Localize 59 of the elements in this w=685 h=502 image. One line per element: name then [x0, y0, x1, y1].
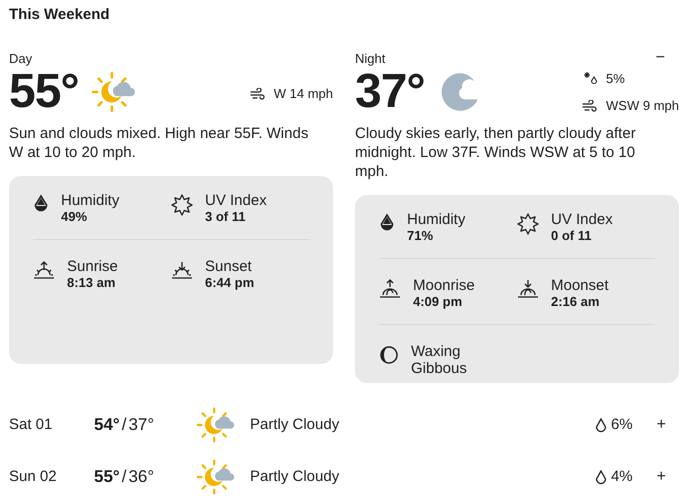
precip-chance: 6%: [610, 414, 633, 435]
droplet-icon: [594, 470, 607, 484]
snow-rain-icon: [582, 71, 598, 86]
condition-text: Partly Cloudy: [250, 466, 340, 487]
temperature: 37°: [355, 68, 425, 116]
forecast-description: Sun and clouds mixed. High near 55F. Winds W at 10 to 20 mph.: [9, 124, 309, 162]
temperature-separator: /: [122, 466, 126, 488]
sun-outline-icon: [171, 194, 193, 216]
detail-value: 3 of 11: [205, 209, 246, 225]
detail-value: 8:13 am: [67, 275, 116, 291]
condition-text: Partly Cloudy: [250, 414, 340, 435]
collapse-button[interactable]: −: [656, 48, 665, 68]
sun-outline-icon: [517, 213, 539, 235]
detail-label: UV Index: [205, 192, 267, 209]
partly-cloudy-icon: [196, 405, 236, 445]
expand-button[interactable]: +: [656, 469, 666, 485]
high-temperature: 55°: [94, 466, 120, 488]
droplet-icon: [379, 213, 395, 233]
detail-value: 6:44 pm: [205, 275, 254, 291]
stat-value: W 14 mph: [274, 85, 333, 104]
detail-value: 4:09 pm: [413, 294, 464, 310]
precip-chance: 4%: [610, 466, 633, 487]
day-label: Sun 02: [9, 466, 58, 487]
detail-label: Humidity: [407, 211, 466, 228]
wind-icon: [582, 100, 598, 112]
period-label: Day: [9, 50, 32, 68]
detail-value: 49%: [61, 209, 88, 225]
stat-value: WSW 9 mph: [606, 97, 679, 115]
sunset-icon: [171, 260, 193, 280]
partly-cloudy-icon: [90, 69, 137, 115]
day-label: Sat 01: [9, 414, 54, 435]
detail-label: UV Index: [551, 211, 613, 228]
droplet-icon: [33, 194, 49, 214]
section-title: This Weekend: [9, 5, 111, 25]
wind-icon: [250, 88, 266, 100]
stat-value: 5%: [606, 70, 625, 88]
low-temperature: 36°: [128, 466, 154, 488]
sunrise-icon: [33, 260, 55, 280]
temperature-separator: /: [122, 414, 126, 436]
detail-label: Waxing Gibbous: [411, 343, 468, 377]
temperature: 55°: [9, 68, 79, 116]
moonset-icon: [517, 279, 539, 299]
period-label: Night: [355, 50, 386, 68]
high-temperature: 54°: [94, 414, 120, 436]
detail-label: Sunrise: [67, 258, 118, 275]
partly-cloudy-icon: [196, 457, 236, 497]
detail-label: Sunset: [205, 258, 253, 275]
expand-button[interactable]: +: [656, 417, 666, 433]
moonrise-icon: [379, 279, 401, 299]
forecast-description: Cloudy skies early, then partly cloudy after midnight. Low 37F. Winds WSW at 5 to 10 mph.: [355, 124, 637, 181]
detail-value: 2:16 am: [551, 294, 600, 310]
detail-value: 71%: [407, 228, 434, 244]
droplet-icon: [594, 418, 607, 432]
detail-label: Moonset: [551, 277, 609, 294]
half-moon-icon: [379, 345, 399, 365]
detail-label: Moonrise: [413, 277, 475, 294]
detail-label: Humidity: [61, 192, 120, 209]
low-temperature: 37°: [128, 414, 154, 436]
detail-value: 0 of 11: [551, 228, 592, 244]
